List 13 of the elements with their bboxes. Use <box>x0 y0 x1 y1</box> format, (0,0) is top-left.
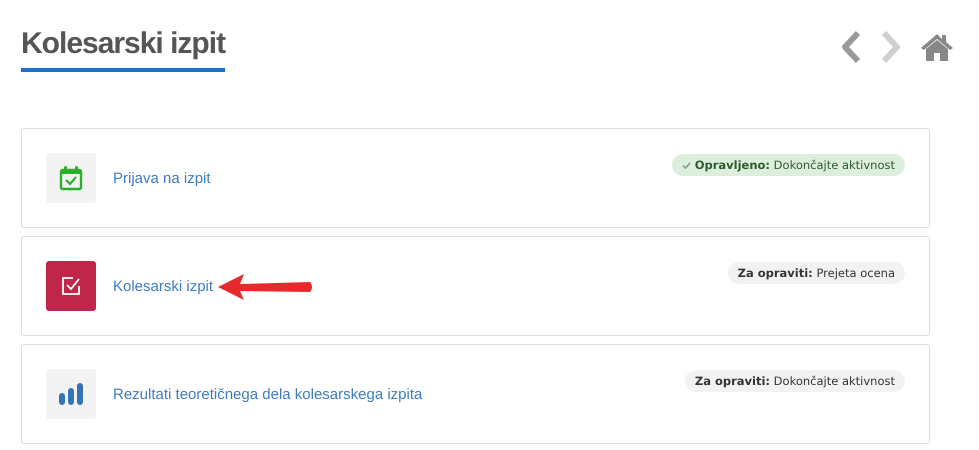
page-title: Kolesarski izpit <box>21 22 226 72</box>
activity-link[interactable]: Prijava na izpit <box>113 170 211 186</box>
home-icon[interactable] <box>920 32 954 62</box>
check-icon <box>682 162 691 169</box>
activity-icon[interactable] <box>46 153 96 203</box>
status-badge: Opravljeno: Dokončajte aktivnost <box>672 154 905 176</box>
activity-link[interactable]: Kolesarski izpit <box>113 278 214 294</box>
activity-link[interactable]: Rezultati teoretičnega dela kolesarskega izpita <box>113 386 422 402</box>
activity-icon[interactable] <box>46 369 96 419</box>
status-badge: Za opraviti: Prejeta ocena <box>728 262 905 284</box>
status-badge: Za opraviti: Dokončajte aktivnost <box>684 370 905 392</box>
previous-icon[interactable] <box>840 30 862 64</box>
activity-icon[interactable] <box>46 261 96 311</box>
